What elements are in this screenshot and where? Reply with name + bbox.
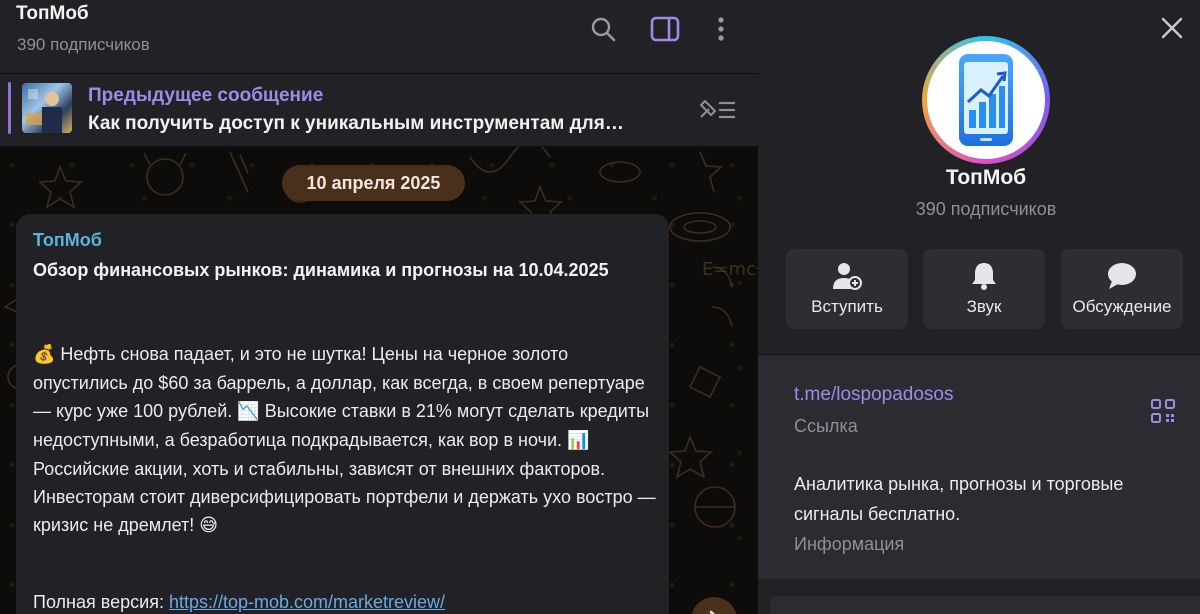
search-button[interactable] <box>588 14 618 44</box>
full-version-line: Полная версия: https://top-mob.com/marke… <box>33 592 445 613</box>
search-icon <box>591 17 616 42</box>
discussion-button[interactable]: Обсуждение <box>1061 249 1183 329</box>
pinned-list-button[interactable] <box>694 92 742 126</box>
channel-description-label: Информация <box>794 534 905 554</box>
qr-code-icon <box>1151 399 1175 423</box>
bar-chart-emoji: 📊 <box>567 430 590 451</box>
pinned-message-bar[interactable]: Предыдущее сообщение Как получить доступ… <box>0 74 758 147</box>
phone-chart-icon <box>959 54 1013 146</box>
panel-next-section <box>770 596 1200 614</box>
toggle-info-panel-button[interactable] <box>650 14 680 44</box>
date-separator: 10 апреля 2025 <box>282 165 465 201</box>
message-text-part-3: Российские акции, хоть и стабильны, зави… <box>33 459 656 535</box>
channel-description: Аналитика рынка, прогнозы и торговые сиг… <box>794 474 1124 524</box>
chat-bubble-icon <box>1061 261 1183 291</box>
moneybag-emoji: 💰 <box>33 344 56 365</box>
channel-subscribers: 390 подписчиков <box>915 199 1057 219</box>
chat-subscribers: 390 подписчиков <box>17 35 150 54</box>
full-version-label: Полная версия: <box>33 592 169 612</box>
chart-down-emoji: 📉 <box>237 401 260 422</box>
full-version-link[interactable]: https://top-mob.com/marketreview/ <box>169 592 445 612</box>
more-vertical-icon <box>718 17 724 41</box>
message-author[interactable]: ТопМоб <box>33 230 102 251</box>
discussion-label: Обсуждение <box>1072 297 1172 316</box>
pinned-indicator <box>8 82 11 134</box>
sound-button[interactable]: Звук <box>923 249 1045 329</box>
sound-label: Звук <box>966 297 1002 316</box>
channel-link[interactable]: t.me/lospopadosos <box>794 384 954 406</box>
join-label: Вступить <box>811 297 883 316</box>
pin-list-icon <box>700 100 735 119</box>
close-icon <box>1161 17 1183 39</box>
forward-arrow-icon <box>709 610 716 614</box>
smile-sweat-emoji: 😅 <box>199 515 219 536</box>
chat-header[interactable]: ТопМоб 390 подписчиков <box>0 0 758 74</box>
join-button[interactable]: Вступить <box>786 249 908 329</box>
chat-column: ТопМоб 390 подписчиков Предыдущее сообще… <box>0 0 758 614</box>
avatar[interactable] <box>927 41 1045 159</box>
svg-text:E=mc²: E=mc² <box>702 259 758 280</box>
channel-name: ТопМоб <box>945 166 1027 189</box>
pinned-label: Предыдущее сообщение <box>88 85 324 106</box>
pinned-thumbnail <box>22 83 72 133</box>
forward-button[interactable] <box>691 597 737 614</box>
chat-title[interactable]: ТопМоб <box>16 3 89 25</box>
more-menu-button[interactable] <box>706 14 736 44</box>
bell-icon <box>923 261 1045 291</box>
message-headline: Обзор финансовых рынков: динамика и прог… <box>33 260 609 280</box>
sidebar-toggle-icon <box>650 16 680 42</box>
channel-link-label: Ссылка <box>794 416 858 436</box>
close-panel-button[interactable] <box>1158 14 1186 42</box>
pinned-text: Как получить доступ к уникальным инструм… <box>88 113 624 134</box>
qr-code-button[interactable] <box>1148 396 1178 426</box>
join-user-icon <box>786 261 908 291</box>
message-text: 💰 Нефть снова падает, и это не шутка! Це… <box>33 340 658 540</box>
